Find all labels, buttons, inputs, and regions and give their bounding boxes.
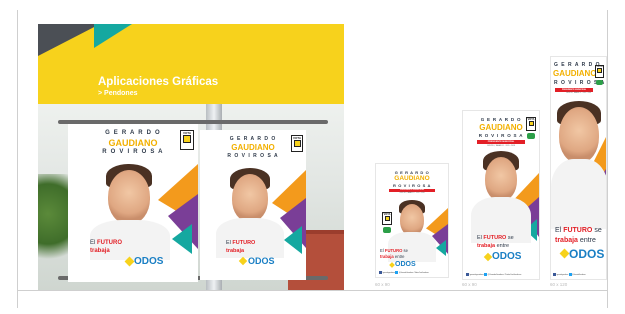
vote-box: VOTA <box>291 135 303 152</box>
slogan-line-1: El FUTURO se <box>555 227 602 234</box>
social-handles: /gerardogaudiano @GerardoGaudiano #Todos… <box>466 273 521 276</box>
slogan-line-2: trabaja entre <box>380 254 405 259</box>
candidate-second-last-name: R O V I R O S A <box>393 183 431 188</box>
slogan-todos: ODOS <box>569 247 605 261</box>
slogan-line-1: El FUTURO <box>226 240 256 246</box>
candidate-portrait <box>485 157 517 201</box>
vote-box: VOTA <box>526 117 536 131</box>
size-caption-small: 60 x 90 <box>375 282 390 287</box>
section-header: Aplicaciones Gráficas > Pendones <box>38 24 344 104</box>
size-caption-large: 60 x 120 <box>550 282 568 287</box>
party-logo <box>527 133 535 139</box>
size-caption-medium: 60 x 90 <box>462 282 477 287</box>
banner-mockup-photo: G E R A R D O GAUDIANO R O V I R O S A V… <box>38 104 344 290</box>
candidate-second-last-name: R O V I R O S A <box>102 149 164 155</box>
banner-design-medium: G E R A R D O GAUDIANO R O V I R O S A P… <box>462 110 540 280</box>
candidate-shirt <box>551 159 606 229</box>
term-period: CENTRO, TABASCO · 2015 - 2018 <box>399 193 425 194</box>
candidate-portrait <box>559 107 599 163</box>
vote-box: VOTA <box>180 130 194 150</box>
candidate-portrait <box>232 174 268 222</box>
banner-design-small: G E R A R D O GAUDIANO R O V I R O S A P… <box>375 163 449 278</box>
document-page: Aplicaciones Gráficas > Pendones G E R A… <box>0 0 625 314</box>
slogan-line-1: El FUTURO se <box>477 235 514 241</box>
candidate-second-last-name: R O V I R O S A <box>227 153 279 159</box>
slogan-todos: ODOS <box>248 256 275 266</box>
slogan-line-2: trabaja <box>226 248 245 254</box>
candidate-first-name: G E R A R D O <box>105 130 161 136</box>
todos-star-icon <box>238 256 248 266</box>
candidate-last-name: GAUDIANO <box>108 138 158 148</box>
section-title: Aplicaciones Gráficas <box>98 76 219 88</box>
term-period: CENTRO, TABASCO · 2015 - 2018 <box>565 93 591 94</box>
term-period: CENTRO, TABASCO · 2015 - 2018 <box>486 145 516 147</box>
slogan-todos: ODOS <box>134 256 164 267</box>
vote-box: VOTA <box>595 65 604 78</box>
banner-design-large: G E R A R D O GAUDIANO R O V I R O S A P… <box>550 56 607 280</box>
candidate-portrait <box>108 170 150 224</box>
photo-banner-left: G E R A R D O GAUDIANO R O V I R O S A V… <box>68 124 198 282</box>
page-frame-divider <box>18 290 608 291</box>
slogan-line-2: trabaja entre <box>477 243 510 249</box>
header-dark-triangle <box>38 24 100 56</box>
social-handles: /gerardogaudiano @GerardoGaudiano <box>553 273 586 276</box>
slogan-line-2: trabaja entre <box>555 237 596 244</box>
slogan-todos: ODOS <box>395 261 416 268</box>
candidate-role: PRESIDENTE MUNICIPAL <box>388 189 436 192</box>
header-teal-triangle <box>94 24 132 48</box>
party-logo <box>383 227 391 233</box>
todos-star-icon <box>559 248 570 259</box>
candidate-role: PRESIDENTE MUNICIPAL <box>555 88 593 92</box>
slogan-todos: ODOS <box>492 251 522 262</box>
photo-banner-right: G E R A R D O GAUDIANO R O V I R O S A V… <box>200 130 306 280</box>
social-handles: /gerardogaudiano @GerardoGaudiano #Todos… <box>379 271 429 274</box>
candidate-role: PRESIDENTE MUNICIPAL <box>476 140 526 144</box>
todos-star-icon <box>389 262 395 268</box>
party-logo <box>596 80 603 85</box>
vote-box: VOTA <box>382 212 392 225</box>
slogan-line-2: trabaja <box>90 248 110 254</box>
slogan-line-1: El FUTURO <box>90 240 123 246</box>
page-frame-right <box>607 10 608 308</box>
candidate-last-name: GAUDIANO <box>394 175 430 182</box>
page-frame-left <box>17 10 18 308</box>
slogan-line-1: El FUTURO se <box>380 248 408 253</box>
section-subtitle: > Pendones <box>98 90 138 97</box>
todos-star-icon <box>483 252 493 262</box>
